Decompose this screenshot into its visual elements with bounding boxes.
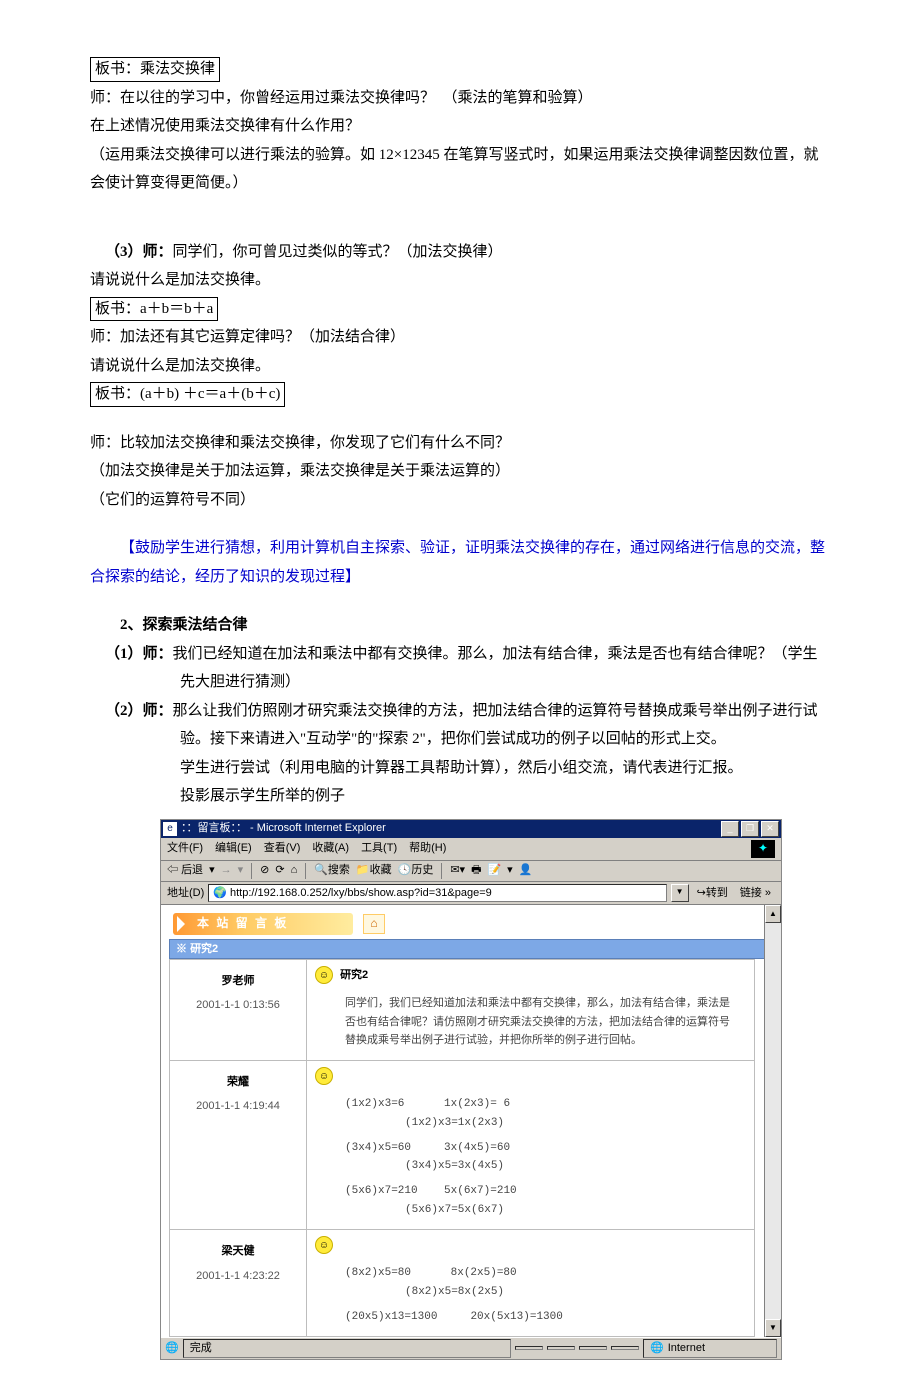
post-time: 2001-1-1 4:19:44 xyxy=(178,1097,298,1139)
page-icon: 🌍 xyxy=(213,886,227,900)
teacher-line: 师：在以往的学习中，你曾经运用过乘法交换律吗？ （乘法的笔算和验算） xyxy=(90,84,830,113)
mail-button[interactable]: ✉▾ xyxy=(450,863,465,877)
messenger-button[interactable]: 👤 xyxy=(519,863,533,877)
forward-dropdown[interactable]: ▾ xyxy=(238,863,244,877)
post-time: 2001-1-1 4:23:22 xyxy=(178,1267,298,1309)
print-button[interactable]: 🖶 xyxy=(471,863,481,877)
boxed-text-3: 板书：(a＋b) ＋c＝a＋(b＋c) xyxy=(90,382,285,407)
menu-file[interactable]: 文件(F) xyxy=(167,841,203,855)
menu-bar: 文件(F) 编辑(E) 查看(V) 收藏(A) 工具(T) 帮助(H) ✦ xyxy=(161,838,781,861)
post-body: (8x2)x5=80 8x(2x5)=80 (8x2)x5=8x(2x5) (2… xyxy=(315,1254,746,1330)
table-row: 荣耀 2001-1-1 4:19:44 ☺ (1x2)x3=6 1x(2x3)=… xyxy=(170,1061,755,1230)
forward-button[interactable]: → xyxy=(221,863,232,877)
text-line: 在上述情况使用乘法交换律有什么作用？ xyxy=(90,112,830,141)
scroll-down-button[interactable]: ▼ xyxy=(765,1319,781,1337)
menu-view[interactable]: 查看(V) xyxy=(264,841,301,855)
status-pane xyxy=(515,1346,543,1350)
throbber-icon: ✦ xyxy=(751,840,775,858)
page-icon: 🌐 xyxy=(165,1341,179,1355)
status-bar: 🌐 完成 🌐Internet xyxy=(161,1337,781,1358)
menu-favorites[interactable]: 收藏(A) xyxy=(312,841,349,855)
text-line: （加法交换律是关于加法运算，乘法交换律是关于乘法运算的） xyxy=(90,457,830,486)
topic-header: ※ 研究2 xyxy=(169,939,773,959)
back-dropdown[interactable]: ▾ xyxy=(209,863,215,877)
status-pane xyxy=(547,1346,575,1350)
table-row: 梁天健 2001-1-1 4:23:22 ☺ (8x2)x5=80 8x(2x5… xyxy=(170,1230,755,1337)
smiley-icon: ☺ xyxy=(315,966,333,984)
address-bar: 地址(D) 🌍 http://192.168.0.252/lxy/bbs/sho… xyxy=(161,882,781,905)
text-line: 学生进行尝试（利用电脑的计算器工具帮助计算），然后小组交流，请代表进行汇报。 xyxy=(90,754,830,783)
address-dropdown[interactable]: ▼ xyxy=(671,884,689,902)
favorites-button[interactable]: 📁收藏 xyxy=(356,863,392,877)
security-zone: 🌐Internet xyxy=(643,1339,777,1357)
page-content: 本 站 留 言 板 ⌂ ※ 研究2 罗老师 2001-1-1 0:13:56 ☺… xyxy=(161,905,781,1338)
go-button[interactable]: ↪转到 xyxy=(693,885,732,901)
post-title: 研究2 xyxy=(340,968,368,982)
discuss-button[interactable]: ▾ xyxy=(507,863,513,877)
back-button[interactable]: ⇦ 后退 xyxy=(167,863,203,877)
history-button[interactable]: 🕓历史 xyxy=(398,863,434,877)
post-body: (1x2)x3=6 1x(2x3)= 6 (1x2)x3=1x(2x3) (3x… xyxy=(315,1085,746,1223)
text-line: （运用乘法交换律可以进行乘法的验算。如 12×12345 在笔算写竖式时，如果运… xyxy=(90,141,830,198)
bbs-table: 罗老师 2001-1-1 0:13:56 ☺ 研究2 同学们，我们已经知道加法和… xyxy=(169,959,755,1337)
teacher-line: 师：比较加法交换律和乘法交换律，你发现了它们有什么不同？ xyxy=(90,429,830,458)
item-3: （3）师：同学们，你可曾见过类似的等式？（加法交换律） xyxy=(90,238,830,267)
smiley-icon: ☺ xyxy=(315,1067,333,1085)
status-text: 完成 xyxy=(183,1339,511,1357)
links-button[interactable]: 链接 » xyxy=(736,885,775,901)
refresh-button[interactable]: ⟳ xyxy=(275,863,284,877)
item-2-1: （1）师：我们已经知道在加法和乘法中都有交换律。那么，加法有结合律，乘法是否也有… xyxy=(90,640,830,697)
minimize-button[interactable]: _ xyxy=(721,821,739,837)
text-line: 投影展示学生所举的例子 xyxy=(90,782,830,811)
section-heading-2: 2、探索乘法结合律 xyxy=(90,611,830,640)
status-pane xyxy=(611,1346,639,1350)
browser-window: e ：：留言板：： - Microsoft Internet Explorer … xyxy=(160,819,782,1360)
address-input[interactable]: 🌍 http://192.168.0.252/lxy/bbs/show.asp?… xyxy=(208,884,666,902)
ie-icon: e xyxy=(163,822,177,836)
post-time: 2001-1-1 0:13:56 xyxy=(178,996,298,1038)
close-button[interactable]: ✕ xyxy=(761,821,779,837)
address-label: 地址(D) xyxy=(167,886,204,900)
home-icon[interactable]: ⌂ xyxy=(363,914,385,934)
vertical-scrollbar[interactable]: ▲ ▼ xyxy=(764,905,781,1338)
text-line: （它们的运算符号不同） xyxy=(90,486,830,515)
table-row: 罗老师 2001-1-1 0:13:56 ☺ 研究2 同学们，我们已经知道加法和… xyxy=(170,960,755,1061)
menu-tools[interactable]: 工具(T) xyxy=(361,841,397,855)
home-button[interactable]: ⌂ xyxy=(291,863,298,877)
item-2-2: （2）师：那么让我们仿照刚才研究乘法交换律的方法，把加法结合律的运算符号替换成乘… xyxy=(90,697,830,754)
site-banner: 本 站 留 言 板 xyxy=(173,913,353,935)
post-author: 梁天健 xyxy=(178,1236,298,1266)
stop-button[interactable]: ⊘ xyxy=(260,863,269,877)
teacher-line: 师：加法还有其它运算定律吗？（加法结合律） xyxy=(90,323,830,352)
post-author: 罗老师 xyxy=(178,966,298,996)
post-author: 荣耀 xyxy=(178,1067,298,1097)
scroll-up-button[interactable]: ▲ xyxy=(765,905,781,923)
edit-button[interactable]: 📝 xyxy=(487,863,501,877)
menu-help[interactable]: 帮助(H) xyxy=(409,841,446,855)
post-body: 同学们，我们已经知道加法和乘法中都有交换律，那么，加法有结合律，乘法是否也有结合… xyxy=(315,984,746,1054)
boxed-text-2: 板书：a＋b＝b＋a xyxy=(90,297,218,322)
text-line: 请说说什么是加法交换律。 xyxy=(90,266,830,295)
globe-icon: 🌐 xyxy=(650,1342,664,1354)
boxed-text-1: 板书：乘法交换律 xyxy=(90,57,220,82)
maximize-button[interactable]: ❐ xyxy=(741,821,759,837)
highlight-note: 【鼓励学生进行猜想，利用计算机自主探索、验证，证明乘法交换律的存在，通过网络进行… xyxy=(90,534,830,591)
menu-edit[interactable]: 编辑(E) xyxy=(215,841,252,855)
smiley-icon: ☺ xyxy=(315,1236,333,1254)
search-button[interactable]: 🔍搜索 xyxy=(314,863,350,877)
status-pane xyxy=(579,1346,607,1350)
window-title: ：：留言板：： - Microsoft Internet Explorer xyxy=(181,821,386,835)
toolbar: ⇦ 后退 ▾ → ▾ ⊘ ⟳ ⌂ 🔍搜索 📁收藏 🕓历史 ✉▾ 🖶 📝 ▾ 👤 xyxy=(161,861,781,882)
window-titlebar: e ：：留言板：： - Microsoft Internet Explorer … xyxy=(161,820,781,838)
text-line: 请说说什么是加法交换律。 xyxy=(90,352,830,381)
